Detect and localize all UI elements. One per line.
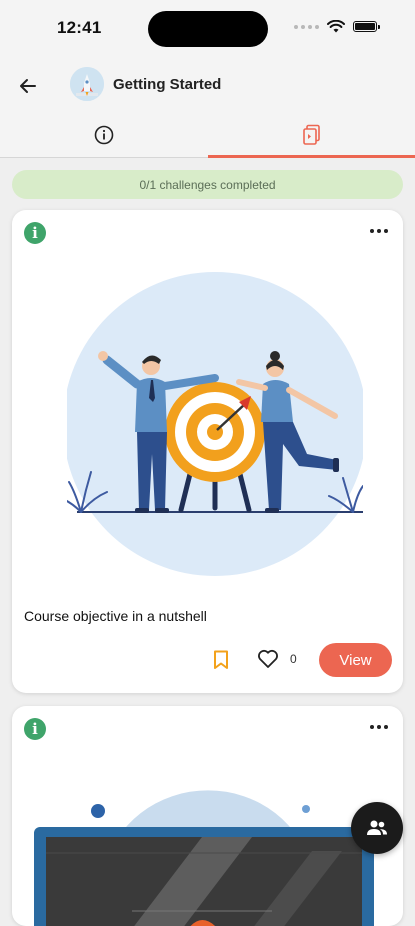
content-card[interactable]: i (12, 706, 403, 926)
bookmark-icon[interactable] (212, 650, 230, 670)
wifi-icon (327, 20, 345, 33)
community-button[interactable] (351, 802, 403, 854)
card-title: Course objective in a nutshell (24, 608, 207, 624)
page-title: Getting Started (113, 76, 222, 93)
card-illustration (34, 790, 374, 926)
signal-dots-icon (294, 24, 319, 29)
like-count: 0 (290, 652, 297, 666)
battery-icon (353, 21, 380, 32)
more-options-button[interactable] (369, 720, 389, 734)
status-icons (294, 20, 380, 33)
dynamic-island (148, 11, 268, 47)
tab-bar (0, 113, 415, 158)
tab-cards[interactable] (208, 113, 415, 157)
tab-info[interactable] (0, 113, 207, 157)
community-icon (367, 820, 387, 835)
arrow-left-icon (20, 79, 36, 93)
back-button[interactable] (14, 72, 42, 100)
content-card[interactable]: i (12, 210, 403, 693)
target-illustration (67, 272, 363, 576)
course-avatar (70, 67, 104, 101)
more-options-button[interactable] (369, 224, 389, 238)
view-button[interactable]: View (319, 643, 392, 677)
status-bar: 12:41 (0, 0, 415, 58)
active-tab-indicator (208, 155, 415, 158)
info-icon[interactable]: i (24, 718, 46, 740)
status-time: 12:41 (57, 18, 102, 37)
cards-icon (302, 124, 320, 145)
info-circle-icon (94, 125, 113, 145)
top-app-bar: Getting Started (0, 58, 415, 113)
info-icon[interactable]: i (24, 222, 46, 244)
heart-icon[interactable] (257, 649, 279, 669)
challenge-progress: 0/1 challenges completed (12, 170, 403, 199)
card-actions: 0 View (12, 642, 403, 678)
